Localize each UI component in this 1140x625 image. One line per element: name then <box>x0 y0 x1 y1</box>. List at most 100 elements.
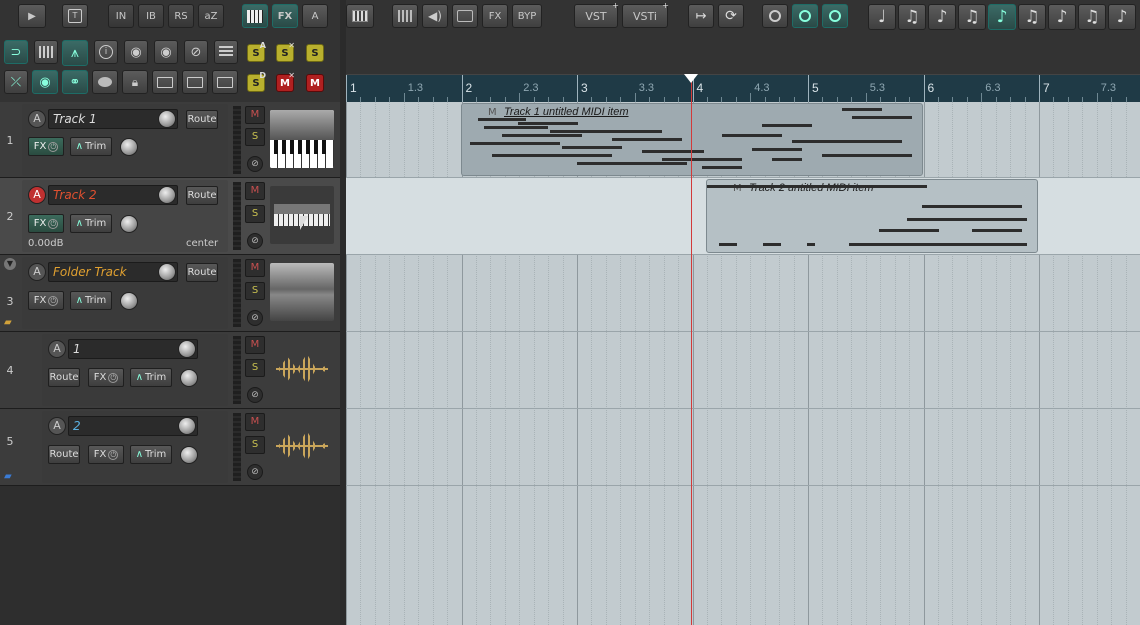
note-triplet-3-button[interactable]: ♫ <box>1018 4 1046 30</box>
rs-button[interactable]: RS <box>168 4 194 28</box>
phase-invert-button[interactable]: ⊘ <box>247 310 263 326</box>
solo-clear-button[interactable]: S ✕ <box>276 41 295 62</box>
route-button[interactable]: Route <box>48 445 80 464</box>
automation-a-button[interactable]: A <box>302 4 328 28</box>
transport-play-button[interactable]: ▶ <box>18 4 46 28</box>
pan-knob[interactable] <box>180 369 198 387</box>
volume-knob[interactable] <box>158 186 176 204</box>
arrange-view[interactable]: M Track 1 untitled MIDI item M Track 2 u… <box>346 102 1140 625</box>
trim-button[interactable]: ∧ Trim <box>70 137 112 156</box>
trim-button[interactable]: ∧ Trim <box>70 214 112 233</box>
view-2-button[interactable]: ◉ <box>154 40 178 64</box>
track-5[interactable]: 5 ▰ A 2 Route FX ⏻ ∧ Trim M S ⊘ <box>0 409 340 486</box>
midi-item-track-2[interactable]: M Track 2 untitled MIDI item <box>706 179 1038 253</box>
item-mute-toggle[interactable]: M <box>488 107 497 118</box>
lane-track-3[interactable] <box>346 255 1140 332</box>
record-monitor-button[interactable]: ◉ <box>32 70 58 94</box>
note-triplet-4-button[interactable]: ♫ <box>1078 4 1106 30</box>
lane-track-5[interactable] <box>346 409 1140 486</box>
ripple-button[interactable]: ⊃ <box>4 40 28 64</box>
notes-button[interactable]: T <box>62 4 88 28</box>
mute-button[interactable]: M <box>245 413 265 431</box>
clapper-button[interactable] <box>346 4 374 28</box>
lane-track-4[interactable] <box>346 332 1140 409</box>
volume-knob[interactable] <box>158 110 176 128</box>
mixer-button[interactable] <box>392 4 418 28</box>
solo-defeat-button[interactable]: SD <box>247 71 266 92</box>
folder-collapse-icon[interactable]: ▼ <box>4 258 16 270</box>
note-eighth-button[interactable]: ♪ <box>928 4 956 30</box>
pan-knob[interactable] <box>120 138 138 156</box>
volume-knob[interactable] <box>158 263 176 281</box>
view-hide-button[interactable]: ⊘ <box>184 40 208 64</box>
zoom-in-button[interactable] <box>792 4 818 28</box>
timeline-ruler[interactable]: 1 1.3 2 2.3 3 3.3 4 4.3 5 5.3 6 6.3 7 7.3 <box>346 74 1140 103</box>
loop-button[interactable]: ⟳ <box>718 4 744 28</box>
mute-button[interactable]: M <box>245 336 265 354</box>
note-whole-button[interactable]: ♩ <box>868 4 896 30</box>
note-sixteenth-button[interactable]: ♪ <box>988 4 1016 30</box>
track-3-folder[interactable]: ▼ 3 ▰ A Folder Track Route FX ⏻ ∧ Trim M S… <box>0 255 340 332</box>
route-button[interactable]: Route <box>186 110 218 129</box>
speaker-button[interactable]: ◀) <box>422 4 448 28</box>
phase-invert-button[interactable]: ⊘ <box>247 156 263 172</box>
fx-button[interactable]: FX ⏻ <box>88 368 124 387</box>
folder-2-button[interactable] <box>182 70 208 94</box>
solo-button[interactable]: S <box>245 282 265 300</box>
link-button[interactable]: ⚭ <box>62 70 88 94</box>
piano-keys-button[interactable] <box>242 4 268 28</box>
split-button[interactable]: ↦ <box>688 4 714 28</box>
solo-button[interactable]: S <box>245 359 265 377</box>
record-arm-button[interactable]: A <box>48 340 66 358</box>
mute-button[interactable]: M <box>245 259 265 277</box>
snap-button[interactable]: ⩚ <box>62 40 88 66</box>
fx-toggle-button[interactable]: FX <box>272 4 298 28</box>
route-button[interactable]: Route <box>48 368 80 387</box>
folder-open-button[interactable] <box>212 70 238 94</box>
edit-cursor-marker[interactable] <box>684 74 698 83</box>
record-arm-button[interactable]: A <box>48 417 66 435</box>
zoom-fit-button[interactable] <box>822 4 848 28</box>
comment-button[interactable] <box>92 70 118 94</box>
note-triplet-2-button[interactable]: ♫ <box>958 4 986 30</box>
volume-knob[interactable] <box>178 340 196 358</box>
mute-clear-button[interactable]: M ✕ <box>276 71 295 92</box>
pan-knob[interactable] <box>120 215 138 233</box>
note-64th-button[interactable]: ♪ <box>1108 4 1136 30</box>
track-2[interactable]: 2 A Track 2 Route FX ⏻ ∧ Trim 0.00dB cente… <box>0 178 340 255</box>
track-1[interactable]: 1 A Track 1 Route FX ⏻ ∧ Trim M S ⊘ <box>0 102 340 178</box>
record-arm-button[interactable]: A <box>28 110 46 128</box>
solo-button[interactable]: S <box>245 205 265 223</box>
vsti-button[interactable]: VSTi + <box>622 1 669 28</box>
record-arm-button[interactable]: A <box>28 263 46 281</box>
view-1-button[interactable]: ◉ <box>124 40 148 64</box>
pan-knob[interactable] <box>180 446 198 464</box>
fx-button[interactable]: FX ⏻ <box>28 137 64 156</box>
fx-browser-button[interactable]: FX <box>482 4 508 28</box>
routing-button[interactable] <box>452 4 478 28</box>
note-32nd-button[interactable]: ♪ <box>1048 4 1076 30</box>
phase-invert-button[interactable]: ⊘ <box>247 464 263 480</box>
fx-button[interactable]: FX ⏻ <box>28 291 64 310</box>
edit-cursor[interactable] <box>691 74 692 625</box>
fx-button[interactable]: FX ⏻ <box>28 214 64 233</box>
fx-button[interactable]: FX ⏻ <box>88 445 124 464</box>
phase-invert-button[interactable]: ⊘ <box>247 387 263 403</box>
grid-button[interactable] <box>34 40 58 64</box>
route-button[interactable]: Route <box>186 186 218 205</box>
route-button[interactable]: Route <box>186 263 218 282</box>
lock-button[interactable]: 🔒︎ <box>122 70 148 94</box>
list-button[interactable] <box>214 40 238 64</box>
mute-button[interactable]: M <box>245 106 265 124</box>
zoom-out-button[interactable] <box>762 4 788 28</box>
solo-button[interactable]: S <box>245 128 265 146</box>
envelope-button[interactable]: ⤫ <box>4 70 28 94</box>
solo-button[interactable]: S <box>306 44 324 62</box>
sort-button[interactable]: aZ <box>198 4 224 28</box>
tcp-divider[interactable] <box>340 0 346 625</box>
mute-button[interactable]: M <box>306 74 324 92</box>
record-arm-button[interactable]: A <box>28 186 46 204</box>
mute-button[interactable]: M <box>245 182 265 200</box>
phase-invert-button[interactable]: ⊘ <box>247 233 263 249</box>
folder-1-button[interactable] <box>152 70 178 94</box>
